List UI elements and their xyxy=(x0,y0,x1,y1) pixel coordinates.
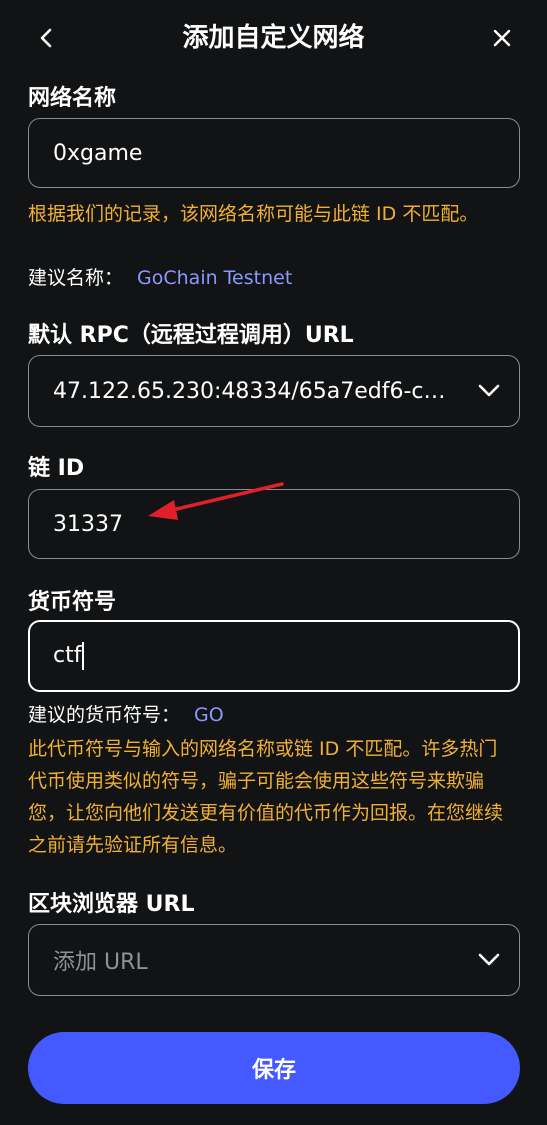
chain-id-value: 31337 xyxy=(53,511,123,537)
currency-symbol-label: 货币符号 xyxy=(28,590,117,615)
explorer-url-label: 区块浏览器 URL xyxy=(28,892,195,917)
suggested-name-link[interactable]: GoChain Testnet xyxy=(137,267,292,289)
chain-id-label: 链 ID xyxy=(28,456,85,481)
network-name-label: 网络名称 xyxy=(28,86,117,111)
chevron-down-icon xyxy=(478,384,500,397)
explorer-dropdown-button[interactable] xyxy=(459,925,519,995)
explorer-url-placeholder: 添加 URL xyxy=(53,950,148,975)
explorer-url-select[interactable]: 添加 URL xyxy=(28,924,520,996)
suggested-currency-label: 建议的货币符号： xyxy=(28,704,181,726)
suggested-currency-link[interactable]: GO xyxy=(194,704,224,726)
currency-symbol-warning: 此代币符号与输入的网络名称或链 ID 不匹配。许多热门代币使用类似的符号，骗子可… xyxy=(28,738,504,856)
rpc-url-select[interactable]: 47.122.65.230:48334/65a7edf6-c41... xyxy=(28,355,520,427)
rpc-url-value: 47.122.65.230:48334/65a7edf6-c41... xyxy=(53,378,459,404)
rpc-dropdown-button[interactable] xyxy=(459,356,519,426)
text-cursor xyxy=(82,642,85,670)
page-title: 添加自定义网络 xyxy=(182,23,365,53)
network-name-input[interactable]: 0xgame xyxy=(28,118,520,188)
currency-symbol-value: ctf xyxy=(53,642,518,670)
rpc-url-label: 默认 RPC（远程过程调用）URL xyxy=(28,323,354,348)
save-button[interactable]: 保存 xyxy=(28,1032,520,1104)
chain-id-input[interactable]: 31337 xyxy=(28,489,520,559)
close-icon xyxy=(493,29,511,47)
suggested-name-label: 建议名称： xyxy=(28,267,124,289)
header: 添加自定义网络 xyxy=(0,0,547,78)
currency-symbol-input[interactable]: ctf xyxy=(28,620,520,692)
network-name-value: 0xgame xyxy=(53,140,143,166)
suggested-name: 建议名称： GoChain Testnet xyxy=(28,262,292,294)
close-button[interactable] xyxy=(486,22,518,54)
chevron-down-icon xyxy=(478,953,500,966)
network-name-warning: 根据我们的记录，该网络名称可能与此链 ID 不匹配。 xyxy=(28,203,479,225)
suggested-currency: 建议的货币符号： GO xyxy=(28,699,224,731)
